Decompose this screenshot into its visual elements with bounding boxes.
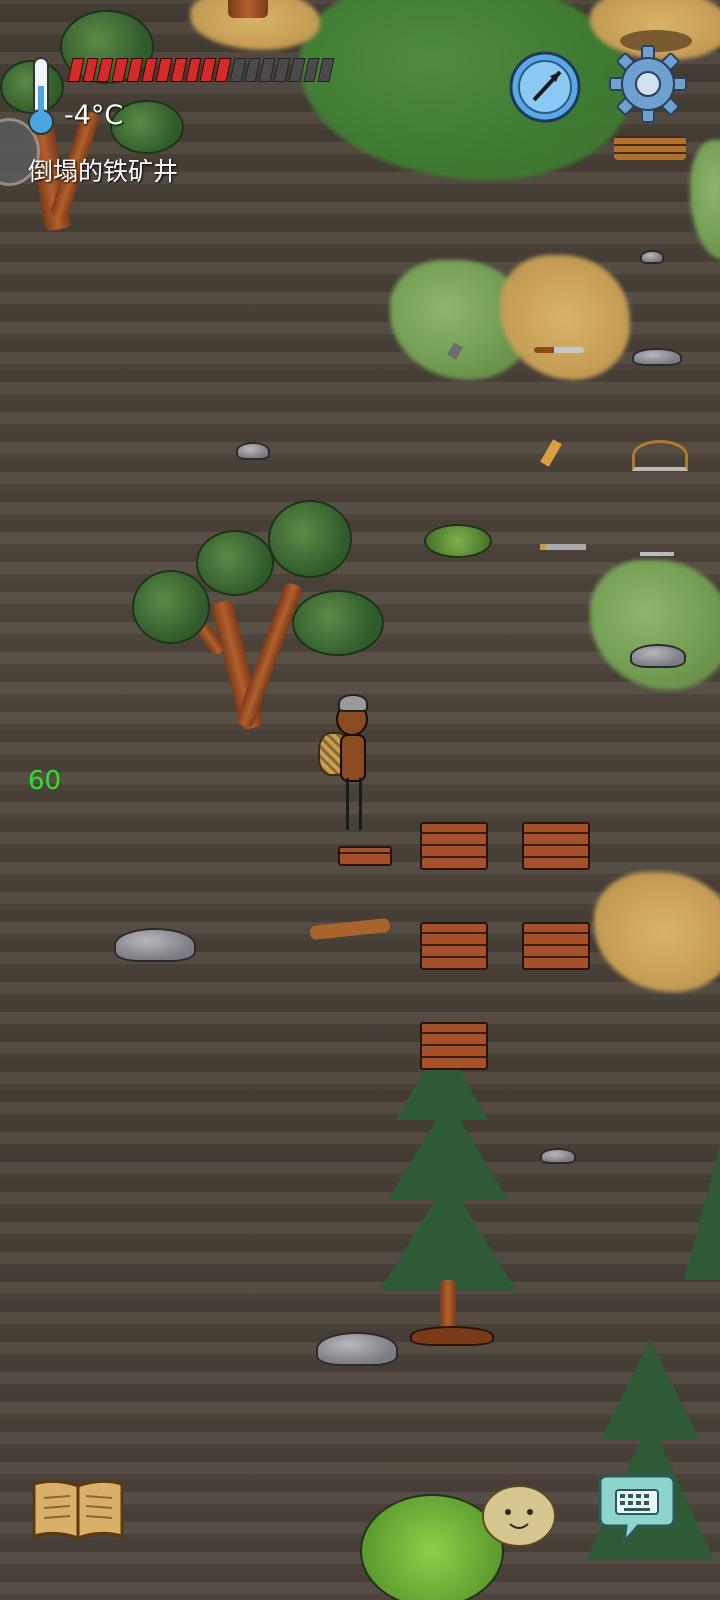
game-world[interactable] (0, 0, 720, 1600)
bow-saw-item[interactable] (632, 440, 688, 471)
tree-foliage (196, 530, 274, 596)
stone-pile[interactable] (316, 1332, 398, 1366)
tree-foliage (132, 570, 210, 644)
thermometer-icon (26, 56, 56, 138)
pine-tree (380, 1180, 516, 1290)
grass-patch (690, 140, 720, 260)
fps-counter: 60 (28, 766, 62, 796)
stone-axe-item[interactable] (540, 439, 562, 467)
dry-grass-patch (594, 872, 720, 992)
temperature-readout: -4°C (64, 100, 124, 131)
grass-patch (590, 560, 720, 690)
stone-pile[interactable] (114, 928, 196, 962)
tree-foliage (268, 500, 352, 578)
flint-stone[interactable] (632, 348, 682, 366)
green-bush[interactable] (424, 524, 492, 558)
knife-item[interactable] (534, 347, 584, 353)
firewood-stack[interactable] (614, 136, 686, 160)
clay-brick-stack[interactable] (522, 922, 590, 970)
location-name: 倒塌的铁矿井 (28, 157, 179, 186)
small-stone[interactable] (540, 1148, 576, 1164)
keyboard-chat-icon[interactable] (594, 1474, 680, 1547)
gear-icon[interactable] (608, 44, 688, 124)
player-body (340, 734, 366, 782)
pine-tree (684, 1130, 720, 1280)
journal-book-icon[interactable] (30, 1478, 126, 1542)
pickaxe-item[interactable] (540, 544, 586, 550)
compass-icon[interactable] (508, 50, 582, 124)
tree-stump-base (410, 1326, 494, 1346)
branches-item[interactable] (309, 917, 391, 941)
clay-brick-stack[interactable] (522, 822, 590, 870)
tree-foliage (292, 590, 384, 656)
clay-brick-stack[interactable] (420, 1022, 488, 1070)
small-stone[interactable] (236, 442, 270, 460)
health-bar (67, 58, 335, 82)
tree-trunk (228, 0, 268, 18)
dry-grass-patch (500, 255, 630, 380)
player-character[interactable] (318, 692, 378, 832)
player-legs (346, 778, 362, 830)
potato-face-icon[interactable] (480, 1480, 558, 1550)
flat-stone[interactable] (630, 644, 686, 668)
file-tool-item[interactable] (640, 552, 674, 556)
player-hair (338, 694, 368, 712)
clay-brick-stack[interactable] (420, 822, 488, 870)
small-stone[interactable] (640, 250, 664, 264)
clay-brick-stack[interactable] (420, 922, 488, 970)
clay-brick-single[interactable] (338, 846, 392, 866)
